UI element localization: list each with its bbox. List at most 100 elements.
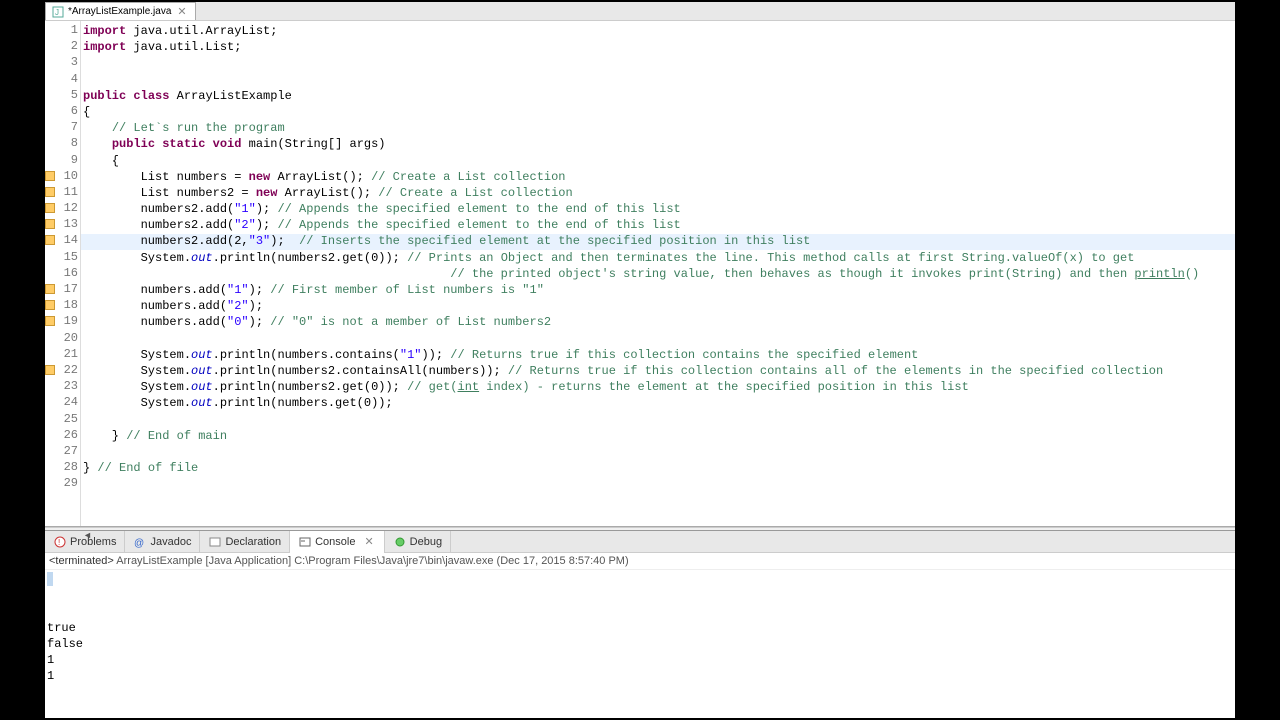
declaration-icon	[208, 535, 222, 549]
line-number: 15	[45, 250, 80, 266]
line-number: 7	[45, 120, 80, 136]
line-number: 24	[45, 395, 80, 411]
close-icon[interactable]: ✕	[175, 5, 188, 18]
line-number: 1	[45, 23, 80, 39]
warning-marker-icon	[45, 219, 55, 229]
bottom-panel: ! Problems @ Javadoc Declaration	[45, 530, 1235, 718]
line-number: 12	[45, 201, 80, 217]
console-icon	[298, 535, 312, 549]
scroll-left-arrow[interactable]: ◄	[83, 530, 92, 540]
code-line[interactable]: } // End of file	[83, 460, 1235, 476]
line-number: 2	[45, 39, 80, 55]
code-line[interactable]: import java.util.ArrayList;	[83, 23, 1235, 39]
line-number: 8	[45, 136, 80, 152]
line-number: 9	[45, 153, 80, 169]
code-line[interactable]: public static void main(String[] args)	[83, 136, 1235, 152]
code-content[interactable]: import java.util.ArrayList;import java.u…	[81, 21, 1235, 526]
code-line[interactable]: numbers.add("1"); // First member of Lis…	[83, 282, 1235, 298]
warning-marker-icon	[45, 300, 55, 310]
terminated-label: <terminated>	[49, 555, 116, 567]
code-line[interactable]: {	[83, 104, 1235, 120]
tab-console-label: Console	[315, 536, 355, 548]
code-line[interactable]	[83, 331, 1235, 347]
code-line[interactable]	[83, 55, 1235, 71]
line-number: 28	[45, 460, 80, 476]
code-line[interactable]	[83, 72, 1235, 88]
ide-window: J *ArrayListExample.java ✕ 1 23 4567891011…	[45, 2, 1235, 718]
editor-tab-title: *ArrayListExample.java	[68, 6, 171, 17]
warning-marker-icon	[45, 316, 55, 326]
line-number: 14	[45, 233, 80, 249]
code-line[interactable]: import java.util.List;	[83, 39, 1235, 55]
tab-debug-label: Debug	[410, 536, 442, 548]
line-number: 5	[45, 88, 80, 104]
code-line[interactable]: System.out.println(numbers2.containsAll(…	[83, 363, 1235, 379]
editor-tab[interactable]: J *ArrayListExample.java ✕	[45, 2, 196, 20]
horizontal-scrollbar[interactable]: ◄	[45, 527, 1235, 530]
code-line[interactable]	[83, 412, 1235, 428]
code-line[interactable]: numbers.add("0"); // "0" is not a member…	[83, 314, 1235, 330]
line-number: 27	[45, 444, 80, 460]
bottom-tab-bar: ! Problems @ Javadoc Declaration	[45, 531, 1235, 553]
problems-icon: !	[53, 535, 67, 549]
line-number: 18	[45, 298, 80, 314]
svg-text:J: J	[55, 8, 59, 17]
line-number: 10	[45, 169, 80, 185]
console-text: true false 1 1	[47, 620, 1233, 684]
code-line[interactable]: } // End of main	[83, 428, 1235, 444]
code-line[interactable]: // the printed object's string value, th…	[83, 266, 1235, 282]
line-number: 25	[45, 412, 80, 428]
line-number: 4	[45, 72, 80, 88]
line-number: 19	[45, 314, 80, 330]
tab-console[interactable]: Console ✕	[290, 531, 385, 553]
console-output[interactable]: true false 1 1	[45, 570, 1235, 718]
code-line[interactable]: System.out.println(numbers.contains("1")…	[83, 347, 1235, 363]
tab-problems-label: Problems	[70, 536, 116, 548]
code-line[interactable]	[83, 476, 1235, 492]
java-file-icon: J	[52, 6, 64, 18]
svg-text:@: @	[134, 538, 144, 548]
warning-marker-icon	[45, 187, 55, 197]
code-line[interactable]: System.out.println(numbers2.get(0)); // …	[83, 250, 1235, 266]
code-line[interactable]: // Let`s run the program	[83, 120, 1235, 136]
svg-text:!: !	[58, 538, 60, 547]
code-line[interactable]: System.out.println(numbers2.get(0)); // …	[83, 379, 1235, 395]
code-line[interactable]: public class ArrayListExample	[83, 88, 1235, 104]
line-number: 29	[45, 476, 80, 492]
code-line[interactable]: System.out.println(numbers.get(0));	[83, 395, 1235, 411]
code-line[interactable]: numbers.add("2");	[83, 298, 1235, 314]
line-number: 13	[45, 217, 80, 233]
line-number: 23	[45, 379, 80, 395]
tab-javadoc[interactable]: @ Javadoc	[125, 531, 200, 553]
warning-marker-icon	[45, 203, 55, 213]
tab-declaration[interactable]: Declaration	[200, 531, 290, 553]
line-number: 21	[45, 347, 80, 363]
tab-declaration-label: Declaration	[225, 536, 281, 548]
code-line[interactable]: List numbers2 = new ArrayList(); // Crea…	[83, 185, 1235, 201]
line-number: 17	[45, 282, 80, 298]
editor-tab-bar: J *ArrayListExample.java ✕	[45, 2, 1235, 21]
code-line[interactable]: numbers2.add("1"); // Appends the specif…	[83, 201, 1235, 217]
code-line[interactable]: {	[83, 153, 1235, 169]
tab-debug[interactable]: Debug	[385, 531, 451, 553]
line-number-gutter: 1234567891011121314151617181920212223242…	[45, 21, 81, 526]
code-editor[interactable]: 1234567891011121314151617181920212223242…	[45, 21, 1235, 527]
code-line[interactable]: List numbers = new ArrayList(); // Creat…	[83, 169, 1235, 185]
tab-javadoc-label: Javadoc	[150, 536, 191, 548]
code-line[interactable]	[83, 444, 1235, 460]
code-line[interactable]: numbers2.add("2"); // Appends the specif…	[83, 217, 1235, 233]
line-number: 16	[45, 266, 80, 282]
line-number: 20	[45, 331, 80, 347]
console-cursor	[47, 572, 53, 586]
line-number: 11	[45, 185, 80, 201]
warning-marker-icon	[45, 365, 55, 375]
warning-marker-icon	[45, 171, 55, 181]
code-line[interactable]: numbers2.add(2,"3"); // Inserts the spec…	[83, 233, 1235, 249]
close-icon[interactable]: ✕	[362, 535, 375, 548]
debug-icon	[393, 535, 407, 549]
terminated-detail: ArrayListExample [Java Application] C:\P…	[116, 555, 628, 567]
javadoc-icon: @	[133, 535, 147, 549]
console-process-info: <terminated> ArrayListExample [Java Appl…	[45, 553, 1235, 570]
line-number: 22	[45, 363, 80, 379]
line-number: 6	[45, 104, 80, 120]
